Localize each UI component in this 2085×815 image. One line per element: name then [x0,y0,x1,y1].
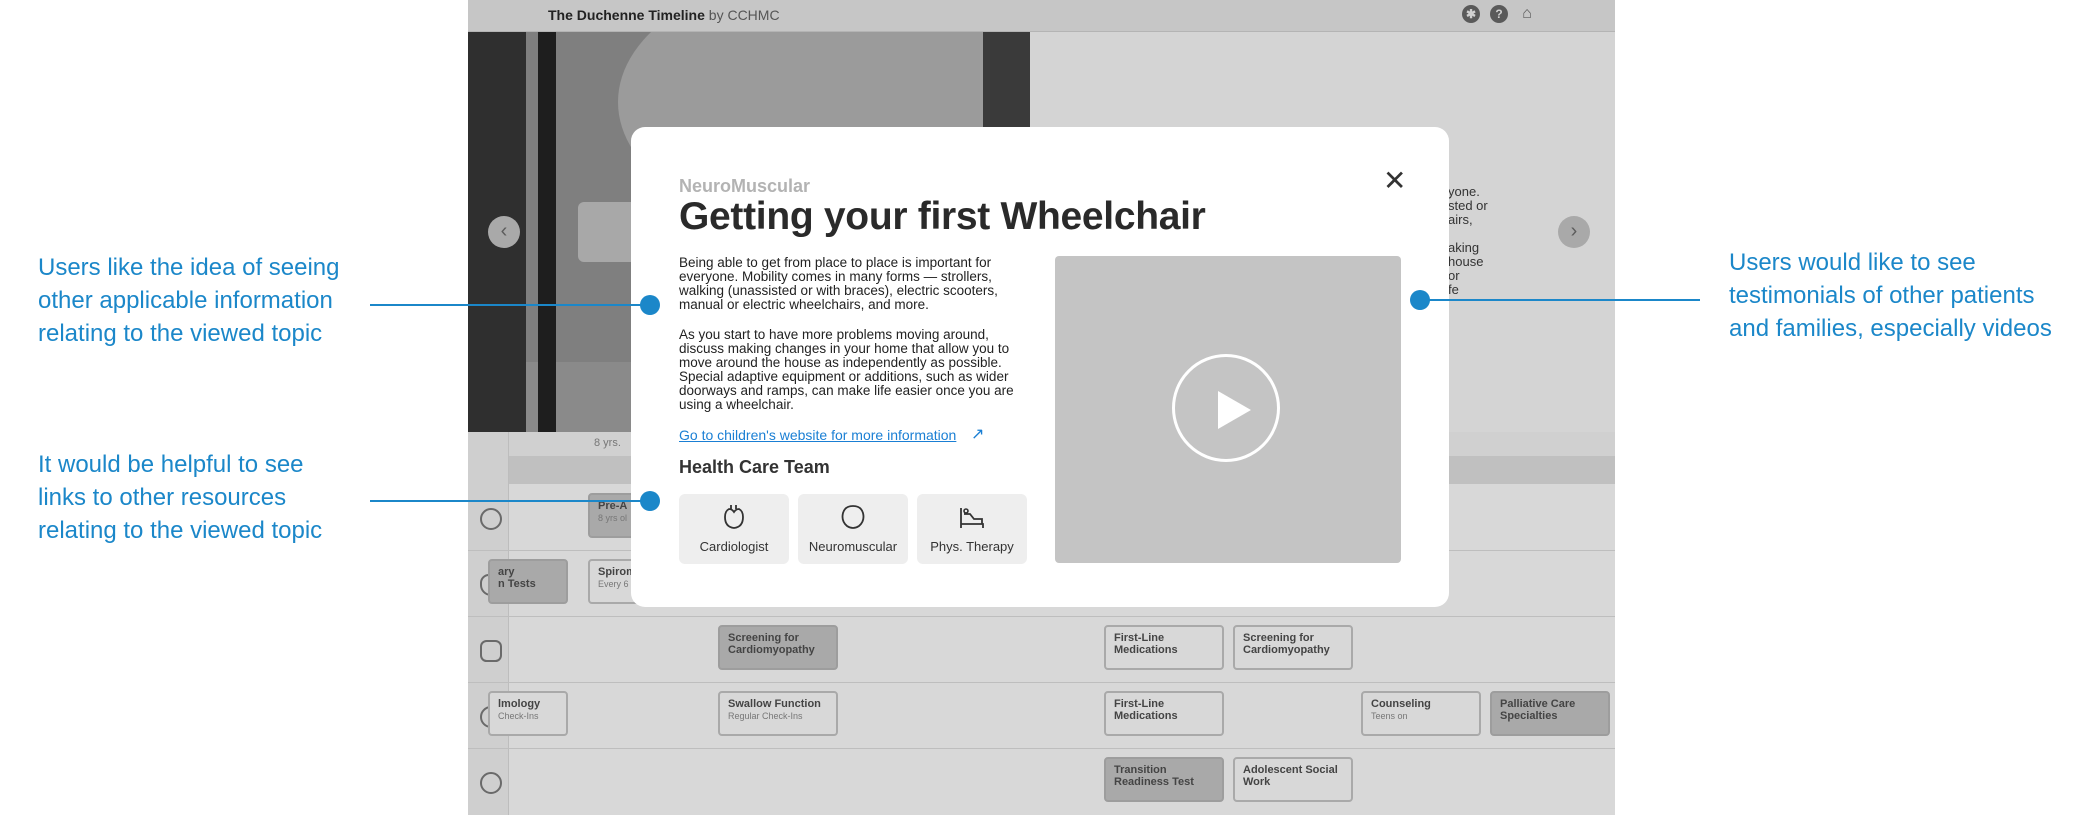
modal-category: NeuroMuscular [679,176,811,196]
hero-text-peek: yone. sted or airs, aking house or fe [1448,184,1488,297]
external-resource-link[interactable]: Go to children's website for more inform… [679,427,956,443]
annotation-related-info: Users like the idea of seeing other appl… [38,254,340,347]
annotation-marker [1410,290,1430,310]
team-card-cardiologist[interactable]: Cardiologist [679,494,789,564]
bed-icon [960,508,984,528]
timeline-chip[interactable]: Counseling Teens on [1361,691,1481,736]
help-icon[interactable]: ? [1490,5,1508,23]
video-player[interactable] [1055,256,1401,563]
timeline-chip[interactable]: First-Line Medications [1104,625,1224,670]
topic-modal: ✕ NeuroMuscular Getting your first Wheel… [631,127,1449,607]
prev-arrow-icon[interactable]: ‹ [488,216,520,248]
home-icon[interactable]: ⌂ [1518,5,1536,23]
team-card-neuromuscular[interactable]: Neuromuscular [798,494,908,564]
timeline-chip[interactable]: ary n Tests [488,559,568,604]
timeline-chip[interactable]: Screening for Cardiomyopathy [718,625,838,670]
modal-paragraph-2: As you start to have more problems movin… [679,327,1014,412]
annotation-leader-line [370,500,650,502]
app-title: The Duchenne Timeline by CCHMC [548,7,780,23]
annotation-marker [640,491,660,511]
external-link-icon: ↗ [971,426,985,443]
timeline-chip[interactable]: Swallow Function Regular Check-Ins [718,691,838,736]
gear-icon[interactable]: ✱ [1462,5,1480,23]
timeline-chip[interactable]: lmology Check-Ins [488,691,568,736]
timeline-chip[interactable]: Transition Readiness Test [1104,757,1224,802]
next-arrow-icon[interactable]: › [1558,216,1590,248]
annotation-resource-links: It would be helpful to see links to othe… [38,451,323,544]
annotation-testimonials: Users would like to see testimonials of … [1729,249,2052,342]
close-icon[interactable]: ✕ [1383,167,1406,195]
brain-icon [480,508,502,530]
timeline-chip[interactable]: First-Line Medications [1104,691,1224,736]
age-label: 8 yrs. [594,437,621,449]
timeline-icon-column [468,432,509,815]
heart-icon [480,640,502,662]
modal-paragraph-1: Being able to get from place to place is… [679,255,998,312]
team-card-phys-therapy[interactable]: Phys. Therapy [917,494,1027,564]
team-heading: Health Care Team [679,457,830,477]
timeline-chip[interactable]: Palliative Care Specialties [1490,691,1610,736]
app-header: The Duchenne Timeline by CCHMC ✱ ? ⌂ [468,0,1615,32]
timeline-chip[interactable]: Screening for Cardiomyopathy [1233,625,1353,670]
annotation-marker [640,295,660,315]
timeline-chip[interactable]: Adolescent Social Work [1233,757,1353,802]
brain-icon [841,505,865,529]
annotation-leader-line [1420,299,1700,301]
annotation-leader-line [370,304,650,306]
heart-icon [724,505,744,529]
face-icon [480,772,502,794]
modal-title: Getting your first Wheelchair [679,195,1206,238]
play-icon[interactable] [1172,354,1280,462]
